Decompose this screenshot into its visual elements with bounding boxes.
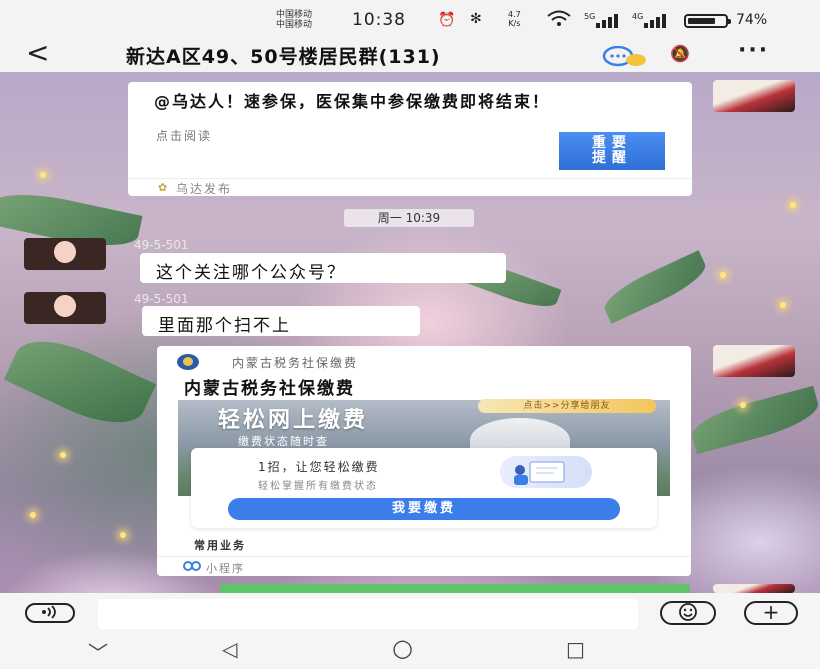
mini-program-icon — [183, 560, 201, 575]
publisher-icon: ✿ — [158, 181, 168, 194]
my-avatar[interactable] — [713, 584, 795, 593]
common-services-label: 常用业务 — [194, 539, 246, 552]
nav-recents-button[interactable]: □ — [566, 637, 585, 661]
sender-name: 49-5-501 — [134, 238, 189, 252]
article-title[interactable]: @乌达人！速参保，医保集中参保缴费即将结束！ — [154, 90, 674, 114]
badge-line-2: 提醒 — [592, 150, 632, 166]
payment-illustration-icon — [500, 456, 592, 488]
message-input[interactable] — [98, 599, 638, 629]
my-avatar[interactable] — [713, 80, 795, 112]
nav-home-button[interactable]: ○ — [392, 634, 413, 662]
sender-avatar[interactable] — [24, 292, 106, 324]
banner-subtitle: 缴费状态随时查 — [238, 435, 329, 448]
voice-button[interactable] — [25, 603, 75, 623]
mini-program-title: 内蒙古税务社保缴费 — [184, 379, 355, 399]
plus-button[interactable]: + — [744, 601, 798, 625]
article-subtitle: 点击阅读 — [156, 129, 213, 143]
mini-program-divider — [157, 556, 691, 557]
carrier-2: 中国移动 — [276, 20, 313, 30]
tax-logo-icon — [177, 354, 199, 370]
my-avatar[interactable] — [713, 345, 795, 377]
nav-down-button[interactable]: ﹀ — [88, 637, 108, 666]
group-chat-icon[interactable] — [602, 45, 650, 72]
time-divider: 周一 10:39 — [344, 209, 474, 227]
speed-value: 4.7 — [508, 10, 521, 19]
battery-icon — [684, 14, 731, 28]
message-text: 这个关注哪个公众号？ — [156, 263, 346, 283]
article-thumbnail: 重要 提醒 — [559, 132, 665, 170]
article-divider — [128, 178, 692, 179]
battery-percent: 74% — [736, 12, 768, 28]
voice-icon — [42, 605, 56, 619]
network-type-1: 5G — [584, 12, 596, 21]
pay-button[interactable]: 我要缴费 — [228, 498, 620, 520]
carrier-1: 中国移动 — [276, 10, 313, 20]
sender-name: 49-5-501 — [134, 292, 189, 306]
article-source: 乌达发布 — [176, 182, 233, 196]
network-type-2: 4G — [632, 12, 644, 21]
speed-unit: K/s — [508, 19, 521, 28]
mini-program-source: 内蒙古税务社保缴费 — [232, 356, 359, 370]
battery-fill — [688, 18, 715, 24]
emoji-icon — [679, 603, 697, 621]
signal-icon-2 — [644, 12, 672, 32]
wifi-icon — [546, 10, 572, 32]
more-button[interactable]: ··· — [738, 38, 769, 63]
partial-message-bubble[interactable] — [220, 584, 690, 593]
mini-program-label: 小程序 — [206, 562, 245, 575]
message-text: 里面那个扫不上 — [158, 316, 291, 336]
badge-line-1: 重要 — [592, 135, 632, 151]
carrier-labels: 中国移动 中国移动 — [276, 10, 312, 30]
inner-card-subtitle: 轻松掌握所有缴费状态 — [258, 481, 378, 492]
mute-bell-icon: 🔕 — [670, 44, 690, 63]
share-tag: 点击>>分享给朋友 — [478, 399, 656, 413]
back-button[interactable]: < — [26, 38, 49, 68]
bluetooth-icon: ✻ — [470, 11, 482, 27]
inner-card-title: 1招，让您轻松缴费 — [258, 460, 380, 474]
emoji-button[interactable] — [660, 601, 716, 625]
alarm-icon: ⏰ — [438, 12, 456, 28]
network-speed: 4.7 K/s — [508, 10, 521, 28]
signal-icon-1 — [596, 12, 624, 32]
clock: 10:38 — [352, 10, 406, 30]
chat-title: 新达A区49、50号楼居民群(131) — [126, 46, 441, 68]
sender-avatar[interactable] — [24, 238, 106, 270]
nav-back-button[interactable]: ◁ — [222, 637, 237, 661]
banner-title: 轻松网上缴费 — [218, 408, 369, 433]
